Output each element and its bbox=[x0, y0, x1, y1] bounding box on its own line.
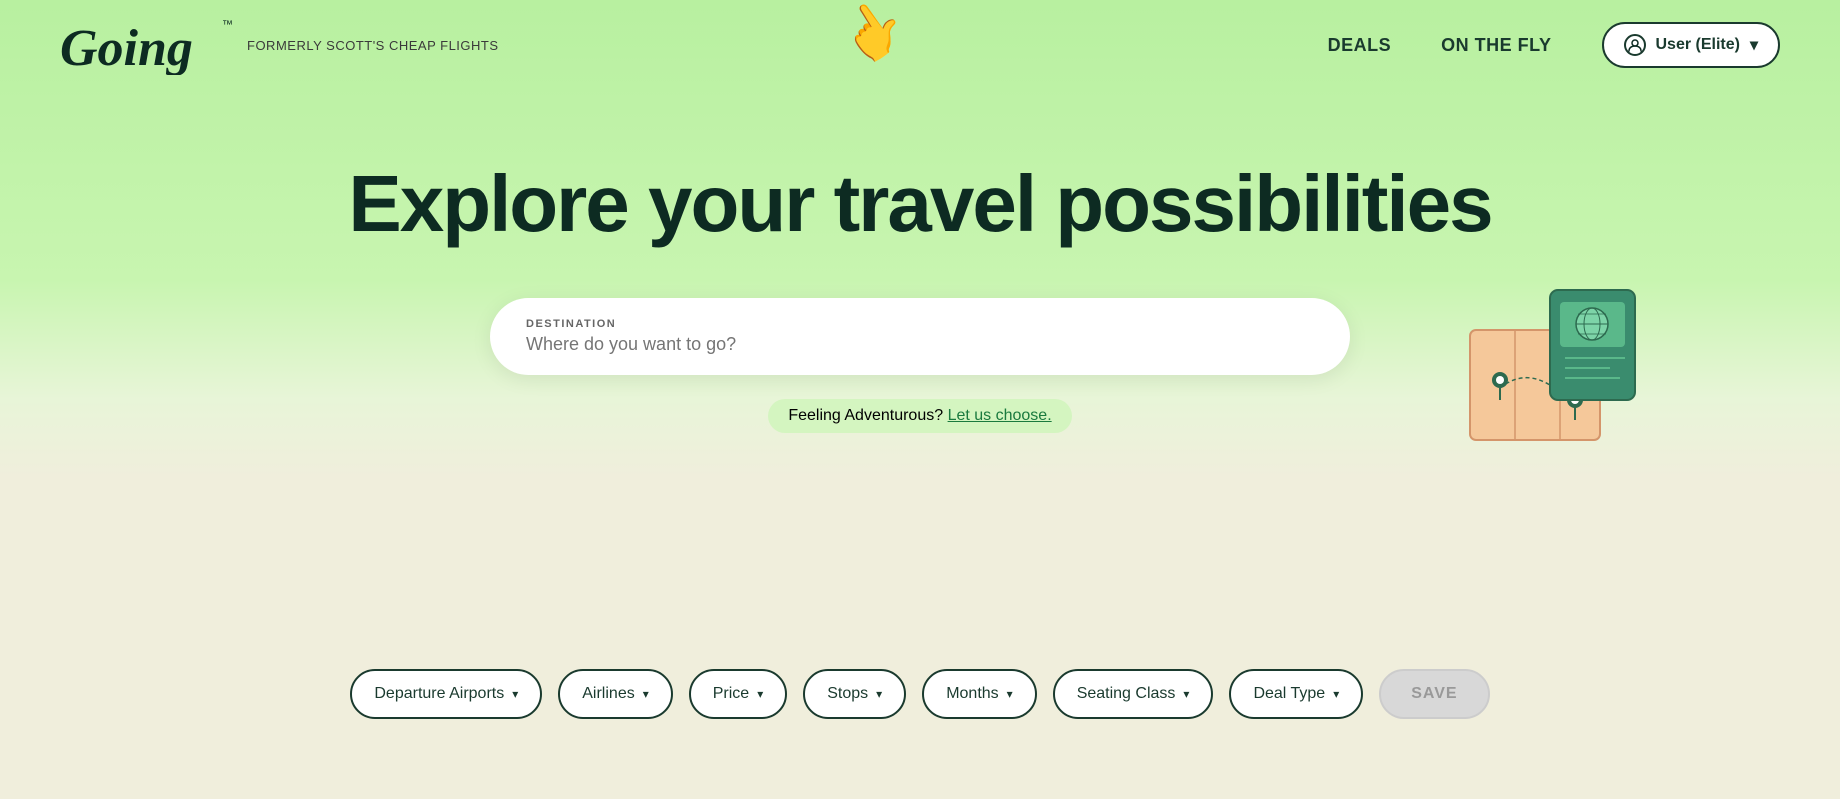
destination-input[interactable] bbox=[526, 334, 1314, 355]
departure-airports-label: Departure Airports bbox=[374, 685, 504, 703]
price-label: Price bbox=[713, 685, 749, 703]
user-label: User (Elite) bbox=[1656, 36, 1740, 54]
let-us-choose-link[interactable]: Let us choose. bbox=[948, 407, 1052, 424]
chevron-down-icon: ▾ bbox=[1750, 35, 1758, 55]
adventurous-prefix: Feeling Adventurous? bbox=[788, 407, 943, 424]
deal-type-label: Deal Type bbox=[1253, 685, 1325, 703]
stops-filter[interactable]: Stops ▾ bbox=[803, 669, 906, 719]
user-menu-button[interactable]: User (Elite) ▾ bbox=[1602, 22, 1781, 68]
seating-class-label: Seating Class bbox=[1077, 685, 1176, 703]
airlines-filter[interactable]: Airlines ▾ bbox=[558, 669, 673, 719]
main-nav: DEALS ON THE FLY User (Elite) ▾ bbox=[1328, 22, 1780, 68]
user-icon bbox=[1624, 34, 1646, 56]
hero-section: Going ™ FORMERLY SCOTT'S CHEAP FLIGHTS D… bbox=[0, 0, 1840, 799]
adventurous-badge: Feeling Adventurous? Let us choose. bbox=[768, 399, 1071, 433]
departure-airports-filter[interactable]: Departure Airports ▾ bbox=[350, 669, 542, 719]
map-illustration bbox=[1440, 270, 1660, 490]
departure-airports-chevron: ▾ bbox=[512, 687, 518, 701]
destination-label: DESTINATION bbox=[526, 318, 1314, 330]
seating-class-chevron: ▾ bbox=[1183, 687, 1189, 701]
deal-type-filter[interactable]: Deal Type ▾ bbox=[1229, 669, 1363, 719]
logo: Going ™ bbox=[60, 15, 233, 75]
logo-area: Going ™ FORMERLY SCOTT'S CHEAP FLIGHTS bbox=[60, 15, 499, 75]
deal-type-chevron: ▾ bbox=[1333, 687, 1339, 701]
going-logo-svg: Going bbox=[60, 15, 220, 75]
formerly-text: FORMERLY SCOTT'S CHEAP FLIGHTS bbox=[247, 38, 499, 53]
price-filter[interactable]: Price ▾ bbox=[689, 669, 787, 719]
search-bar: DESTINATION bbox=[490, 298, 1350, 375]
save-button: SAVE bbox=[1379, 669, 1489, 719]
airlines-chevron: ▾ bbox=[643, 687, 649, 701]
filter-bar: Departure Airports ▾ Airlines ▾ Price ▾ … bbox=[0, 669, 1840, 719]
seating-class-filter[interactable]: Seating Class ▾ bbox=[1053, 669, 1214, 719]
months-filter[interactable]: Months ▾ bbox=[922, 669, 1037, 719]
svg-text:Going: Going bbox=[60, 20, 193, 75]
airlines-label: Airlines bbox=[582, 685, 634, 703]
price-chevron: ▾ bbox=[757, 687, 763, 701]
stops-label: Stops bbox=[827, 685, 868, 703]
months-chevron: ▾ bbox=[1007, 687, 1013, 701]
logo-trademark: ™ bbox=[222, 19, 233, 31]
nav-on-the-fly[interactable]: ON THE FLY bbox=[1441, 35, 1551, 56]
months-label: Months bbox=[946, 685, 998, 703]
search-container: DESTINATION bbox=[490, 298, 1350, 375]
nav-deals[interactable]: DEALS bbox=[1328, 35, 1392, 56]
stops-chevron: ▾ bbox=[876, 687, 882, 701]
header: Going ™ FORMERLY SCOTT'S CHEAP FLIGHTS D… bbox=[0, 0, 1840, 90]
